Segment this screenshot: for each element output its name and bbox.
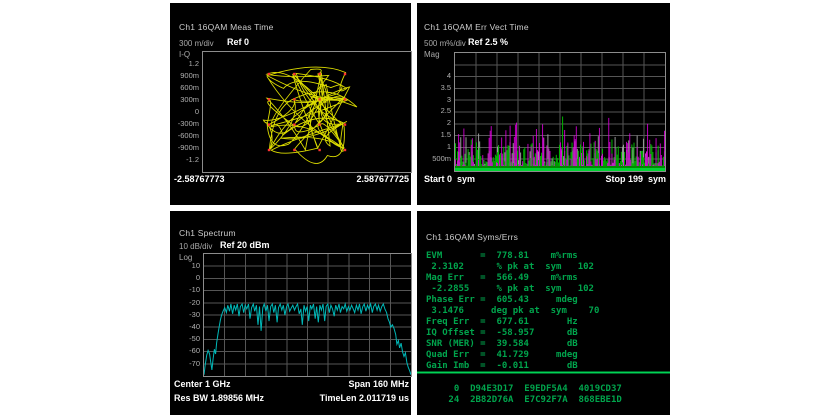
spectrum-plot[interactable] [203,253,412,377]
panel-syms-errs[interactable]: Ch1 16QAM Syms/Errs EVM = 778.81 m%rms 2… [417,211,670,415]
constellation-plot[interactable] [202,51,412,173]
tick-label: 300m [170,95,199,104]
trace-title: Ch1 16QAM Err Vect Time [424,22,529,32]
tick-label: -60 [170,346,200,355]
spectrum-trace [204,254,411,376]
tick-label: -10 [170,285,200,294]
readout-line: Quad Err = 41.729 mdeg [426,350,599,361]
time-len-readout: TimeLen 2.011719 us [320,393,409,403]
tick-label: 500m [417,154,451,163]
constellation-trace [203,52,411,172]
center-freq-readout: Center 1 GHz [174,379,231,389]
tick-label: 2 [417,118,451,127]
tick-label: 0 [170,107,199,116]
panel-meas-time[interactable]: Ch1 16QAM Meas Time 300 m/div Ref 0 I-Q … [170,3,411,205]
tick-label: 1.5 [417,130,451,139]
tick-label: -20 [170,298,200,307]
tick-label: 900m [170,71,199,80]
tick-label: -900m [170,143,199,152]
tick-label: 0 [170,273,200,282]
readout-line: 24 2B82D76A E7C92F7A 868EBE1D [443,395,622,406]
divider-line [417,371,670,374]
symbol-table-readout: 0 D94E3D17 E9EDF5A4 4019CD37 24 2B82D76A… [443,384,622,406]
span-readout: Span 160 MHz [348,379,409,389]
trace-title: Ch1 Spectrum [179,228,236,238]
tick-label: 10 [170,261,200,270]
scale-per-div: 10 dB/div [179,242,212,251]
readout-line: IQ Offset = -58.957 dB [426,328,599,339]
tick-label: -50 [170,334,200,343]
readout-line: 3.1476 deg pk at sym 70 [426,306,599,317]
tick-label: -40 [170,322,200,331]
panel-spectrum[interactable]: Ch1 Spectrum 10 dB/div Ref 20 dBm Log 10… [170,211,411,415]
tick-label: -30 [170,310,200,319]
x-axis-start: Start 0 sym [424,174,475,184]
err-vect-bars [455,53,665,171]
x-axis-min: -2.58767773 [174,174,225,184]
tick-label: -600m [170,131,199,140]
tick-label: -300m [170,119,199,128]
readout-line: Mag Err = 566.49 m%rms [426,273,599,284]
scale-per-div: 300 m/div [179,39,214,48]
trace-title: Ch1 16QAM Meas Time [179,22,274,32]
err-vect-plot[interactable] [454,52,666,172]
tick-label: -70 [170,359,200,368]
x-axis-max: 2.587677725 [356,174,409,184]
readout-line: 2.3102 % pk at sym 102 [426,262,599,273]
res-bw-readout: Res BW 1.89856 MHz [174,393,264,403]
tick-label: 600m [170,83,199,92]
trace-title: Ch1 16QAM Syms/Errs [426,232,518,242]
tick-label: 4 [417,71,451,80]
tick-label: 1 [417,142,451,151]
x-axis-stop: Stop 199 sym [605,174,666,184]
panel-err-vect-time[interactable]: Ch1 16QAM Err Vect Time 500 m%/div Ref 2… [417,3,670,205]
error-summary-readout: EVM = 778.81 m%rms 2.3102 % pk at sym 10… [426,251,599,372]
axis-format-label: I-Q [179,50,190,59]
readout-line: Freq Err = 677.61 Hz [426,317,599,328]
readout-line: EVM = 778.81 m%rms [426,251,599,262]
tick-label: 3 [417,95,451,104]
vsa-screen: Ch1 16QAM Meas Time 300 m/div Ref 0 I-Q … [0,0,840,420]
tick-label: 1.2 [170,59,199,68]
axis-format-label: Mag [424,50,440,59]
readout-line: -2.2855 % pk at sym 102 [426,284,599,295]
ref-level-readout: Ref 2.5 % [468,37,508,47]
tick-label: 3.5 [417,83,451,92]
ref-level-readout: Ref 0 [227,37,249,47]
tick-label: 2.5 [417,106,451,115]
readout-line: 0 D94E3D17 E9EDF5A4 4019CD37 [443,384,622,395]
tick-label: -1.2 [170,155,199,164]
scale-per-div: 500 m%/div [424,39,466,48]
readout-line: Phase Err = 605.43 mdeg [426,295,599,306]
readout-line: SNR (MER) = 39.584 dB [426,339,599,350]
ref-level-readout: Ref 20 dBm [220,240,270,250]
